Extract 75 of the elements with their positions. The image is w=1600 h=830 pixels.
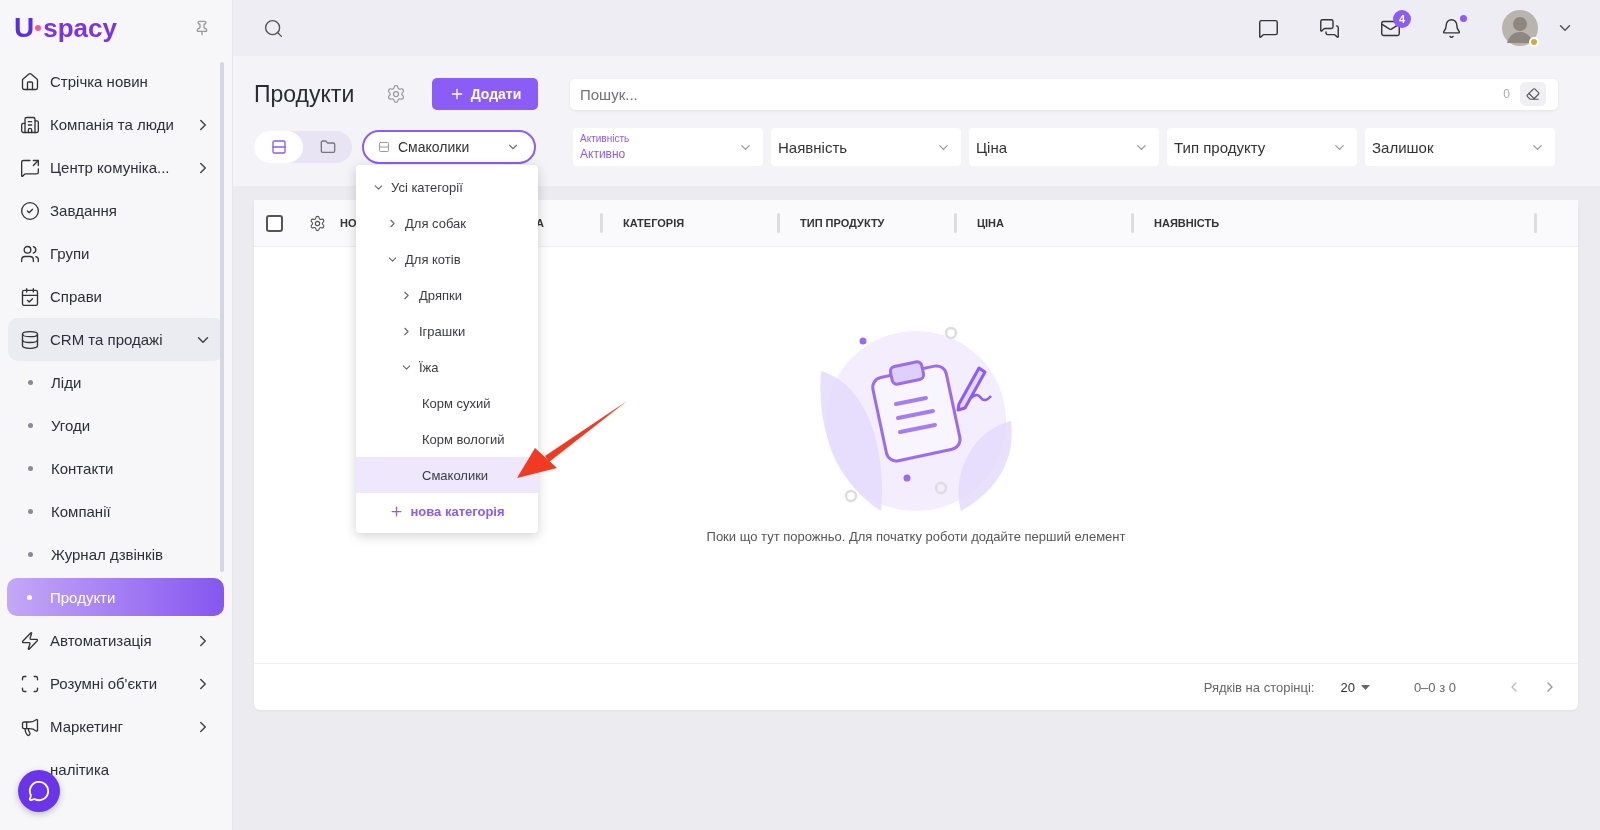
category-item[interactable]: Для собак bbox=[356, 205, 538, 241]
link-text: нова категорія bbox=[410, 503, 505, 519]
sidebar-item[interactable]: Групи bbox=[8, 232, 224, 275]
sidebar-item[interactable]: Компанії bbox=[8, 490, 224, 533]
column-header: ТИП ПРОДУКТУ bbox=[800, 217, 885, 229]
sidebar-item[interactable]: Угоди bbox=[8, 404, 224, 447]
sidebar-item[interactable]: Справи bbox=[8, 275, 224, 318]
users-icon bbox=[20, 243, 40, 264]
filter-dropdown[interactable]: Залишок bbox=[1365, 128, 1555, 166]
clear-button[interactable] bbox=[1520, 82, 1546, 106]
list-view-button[interactable] bbox=[254, 131, 303, 163]
category-item[interactable]: Їжа bbox=[356, 349, 538, 385]
sidebar-item[interactable]: Центр комуніка... bbox=[8, 146, 224, 189]
scrollbar[interactable] bbox=[220, 62, 224, 572]
chat-icon bbox=[28, 780, 50, 802]
search-icon[interactable] bbox=[263, 17, 284, 39]
rows-per-page-label: Рядків на сторінці: bbox=[1203, 679, 1315, 695]
calendar-icon bbox=[20, 286, 40, 307]
page-range: 0–0 з 0 bbox=[1413, 679, 1456, 695]
column-header: КАТЕГОРІЯ bbox=[623, 217, 685, 229]
filter-dropdown[interactable]: Ціна bbox=[969, 128, 1159, 166]
settings-icon[interactable] bbox=[309, 214, 326, 232]
pin-icon[interactable] bbox=[194, 20, 210, 36]
caret-icon bbox=[1360, 684, 1370, 690]
category-item[interactable]: Корм сухий bbox=[356, 385, 538, 421]
column-header: НО bbox=[340, 217, 357, 229]
rows-per-page-select[interactable]: 20 bbox=[1334, 678, 1376, 696]
checkbox[interactable] bbox=[266, 214, 283, 232]
search-input[interactable]: Пошук... bbox=[578, 84, 1494, 104]
avatar[interactable] bbox=[1502, 10, 1538, 46]
count-badge: 4 bbox=[1393, 9, 1411, 28]
sidebar-item[interactable]: Автоматизація bbox=[8, 619, 224, 662]
sidebar-item[interactable]: Ліди bbox=[8, 361, 224, 404]
sidebar-item[interactable]: Розумні об'єкти bbox=[8, 662, 224, 705]
sidebar-item[interactable]: Компанія та люди bbox=[8, 103, 224, 146]
page-title: Продукти bbox=[254, 80, 356, 108]
chat-icon bbox=[20, 157, 40, 178]
column-header: ЦІНА bbox=[977, 217, 1004, 229]
sidebar-item[interactable]: Завдання bbox=[8, 189, 224, 232]
filter-dropdown[interactable]: Активність Активно bbox=[573, 128, 763, 166]
sidebar-item[interactable]: Маркетинг bbox=[8, 705, 224, 748]
chat-icon[interactable] bbox=[1258, 17, 1279, 39]
result-count: 0 bbox=[1503, 87, 1510, 101]
megaphone-icon bbox=[20, 716, 40, 737]
category-item[interactable]: Для котів bbox=[356, 241, 538, 277]
category-item[interactable]: Смаколики bbox=[356, 457, 538, 493]
sidebar-item[interactable]: Журнал дзвінків bbox=[8, 533, 224, 576]
plus-icon bbox=[389, 503, 405, 519]
home-icon bbox=[20, 71, 40, 92]
empty-message: Поки що тут порожньо. Для початку роботи додайте перший елемент bbox=[706, 529, 1126, 544]
messages-icon[interactable] bbox=[1319, 17, 1340, 39]
sidebar-item[interactable]: налітика bbox=[8, 748, 224, 791]
check-circle-icon bbox=[20, 200, 40, 221]
lightning-icon bbox=[20, 630, 40, 651]
filter-dropdown[interactable]: Тип продукту bbox=[1167, 128, 1357, 166]
bell-icon[interactable] bbox=[1441, 17, 1462, 39]
eraser-icon bbox=[1526, 87, 1540, 101]
filter-dropdown[interactable]: Наявність bbox=[771, 128, 961, 166]
category-item[interactable]: Іграшки bbox=[356, 313, 538, 349]
list-icon bbox=[270, 139, 287, 155]
sidebar-item[interactable]: Контакти bbox=[8, 447, 224, 490]
logo: U spacy bbox=[14, 12, 117, 44]
database-icon bbox=[20, 329, 40, 350]
sidebar-item[interactable]: Стрічка новин bbox=[8, 60, 224, 103]
list-icon bbox=[378, 141, 390, 153]
category-item[interactable]: Корм вологий bbox=[356, 421, 538, 457]
category-select[interactable]: Смаколики bbox=[362, 130, 536, 164]
scan-icon bbox=[20, 673, 40, 694]
add-button[interactable]: Додати bbox=[432, 78, 538, 110]
new-category-link[interactable]: нова категорія bbox=[356, 493, 538, 529]
folder-icon bbox=[319, 139, 336, 155]
column-header: НАЯВНІСТЬ bbox=[1154, 217, 1220, 229]
building-icon bbox=[20, 114, 40, 135]
category-item[interactable]: Усі категорії bbox=[356, 169, 538, 205]
category-item[interactable]: Дряпки bbox=[356, 277, 538, 313]
